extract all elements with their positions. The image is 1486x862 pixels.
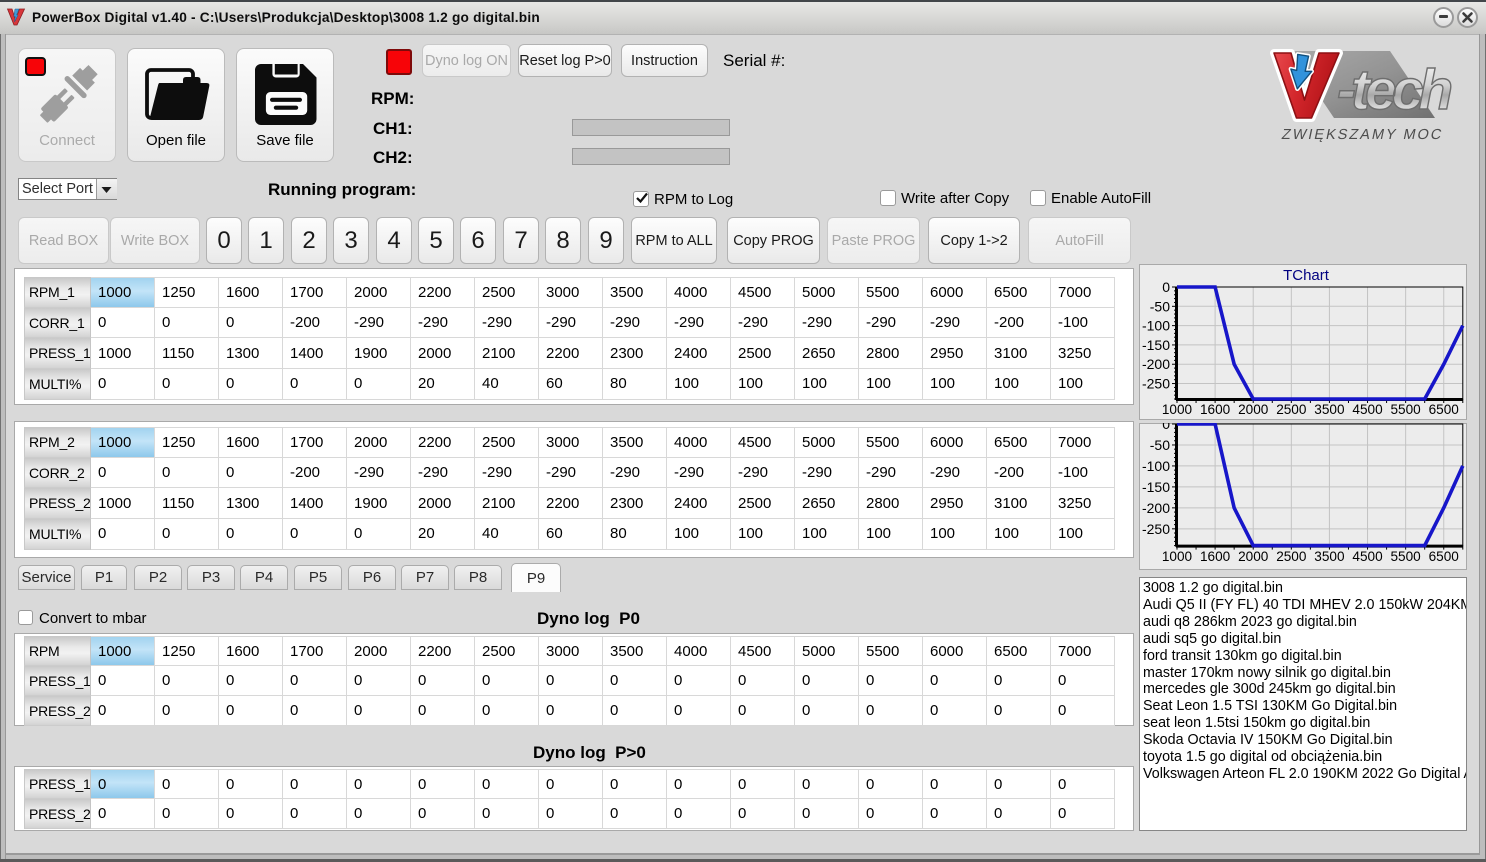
- svg-text:-100: -100: [1142, 318, 1170, 334]
- svg-text:-200: -200: [1142, 356, 1170, 372]
- svg-text:2500: 2500: [1276, 402, 1307, 417]
- svg-text:0: 0: [1162, 279, 1170, 295]
- svg-text:TChart: TChart: [1283, 267, 1330, 284]
- svg-text:1600: 1600: [1200, 402, 1231, 417]
- svg-text:5500: 5500: [1391, 402, 1422, 417]
- svg-text:4500: 4500: [1352, 549, 1383, 564]
- svg-text:-100: -100: [1142, 458, 1170, 474]
- svg-text:2500: 2500: [1276, 549, 1307, 564]
- svg-text:4500: 4500: [1352, 402, 1383, 417]
- svg-text:-250: -250: [1142, 376, 1170, 392]
- svg-text:-200: -200: [1142, 500, 1170, 516]
- svg-text:1000: 1000: [1162, 402, 1193, 417]
- svg-text:-50: -50: [1150, 437, 1170, 453]
- svg-text:-150: -150: [1142, 337, 1170, 353]
- svg-text:2000: 2000: [1238, 402, 1269, 417]
- svg-text:3500: 3500: [1314, 402, 1345, 417]
- svg-text:-tech: -tech: [1337, 58, 1451, 122]
- svg-text:2000: 2000: [1238, 549, 1269, 564]
- svg-text:3500: 3500: [1314, 549, 1345, 564]
- svg-text:6500: 6500: [1429, 549, 1460, 564]
- svg-text:1600: 1600: [1200, 549, 1231, 564]
- svg-text:6500: 6500: [1429, 402, 1460, 417]
- svg-text:5500: 5500: [1391, 549, 1422, 564]
- svg-text:1000: 1000: [1162, 549, 1193, 564]
- svg-text:ZWIĘKSZAMY MOC: ZWIĘKSZAMY MOC: [1280, 127, 1445, 143]
- svg-text:0: 0: [1162, 423, 1170, 432]
- svg-text:-50: -50: [1150, 298, 1170, 314]
- svg-text:-250: -250: [1142, 521, 1170, 537]
- svg-text:-150: -150: [1142, 479, 1170, 495]
